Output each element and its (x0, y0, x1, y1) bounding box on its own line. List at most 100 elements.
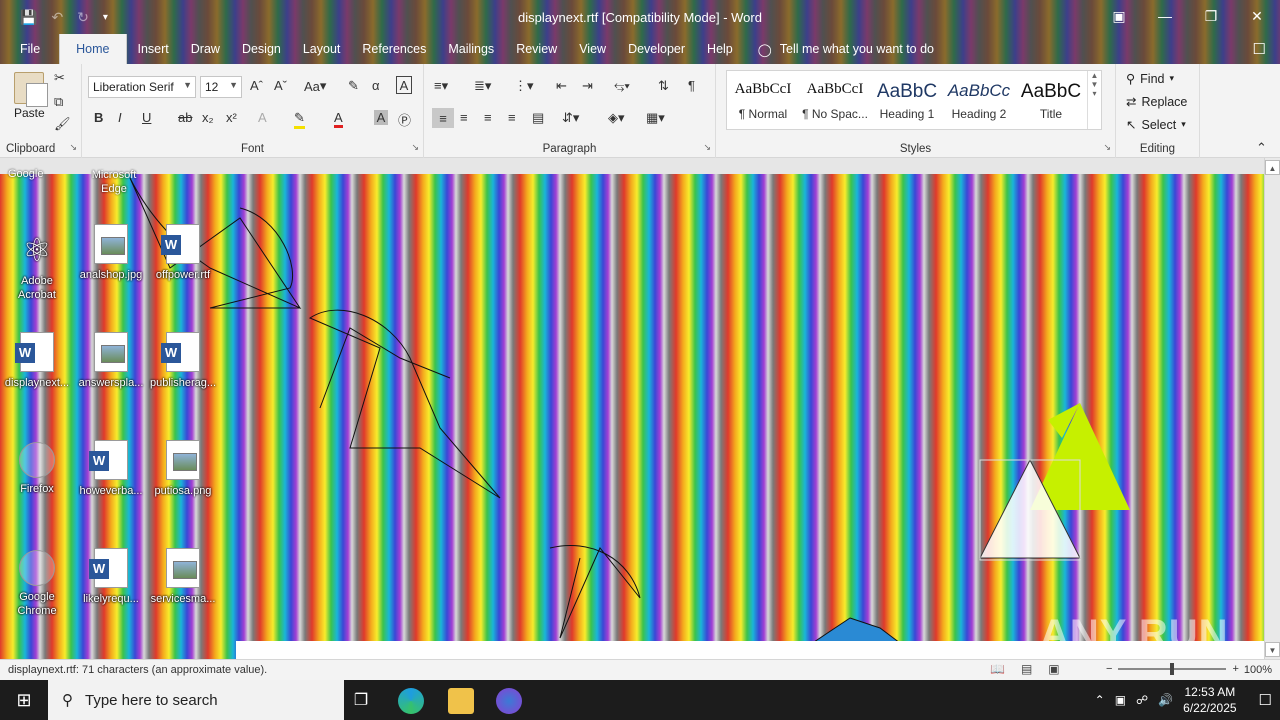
edge-icon[interactable] (398, 688, 424, 714)
zoom-in-icon[interactable]: + (1232, 663, 1238, 675)
comments-icon[interactable]: ☐ (1253, 40, 1266, 58)
style-title[interactable]: AaBbC Title (1015, 71, 1087, 129)
tab-mailings[interactable]: Mailings (437, 34, 505, 64)
highlight-color-icon[interactable]: ✎ (294, 110, 305, 129)
windows-start-icon[interactable]: ⊞ (0, 680, 48, 720)
restore-button[interactable]: ❐ (1188, 0, 1234, 32)
styles-gallery-scroll[interactable]: ▲ ▼ ▾ (1087, 71, 1101, 129)
cut-icon[interactable]: ✂ (54, 70, 65, 86)
style-heading-2[interactable]: AaBbCc Heading 2 (943, 71, 1015, 129)
tab-developer[interactable]: Developer (617, 34, 696, 64)
notifications-icon[interactable]: ☐ (1259, 691, 1272, 709)
phonetic-guide-icon[interactable]: α (372, 78, 380, 93)
tab-review[interactable]: Review (505, 34, 568, 64)
enclose-characters-icon[interactable]: Ⓟ (398, 110, 411, 129)
font-color-icon[interactable]: A (334, 110, 343, 128)
justify-icon[interactable]: ≡ (508, 110, 516, 125)
network-icon[interactable]: ☍ (1136, 693, 1148, 707)
zoom-level[interactable]: 100% (1244, 664, 1272, 676)
paste-button[interactable]: Paste (14, 106, 45, 120)
line-spacing-icon[interactable]: ⇵▾ (562, 110, 579, 126)
desktop-icon-servicesma[interactable]: servicesma... (148, 548, 218, 606)
firefox-taskbar-icon[interactable] (496, 688, 522, 714)
vertical-scrollbar[interactable]: ▲ ▼ (1264, 158, 1280, 659)
desktop-icon-displaynext[interactable]: displaynext... (2, 332, 72, 390)
redo-icon[interactable]: ↻ (77, 9, 89, 26)
task-view-icon[interactable]: ❐ (348, 688, 374, 714)
style-no-spacing[interactable]: AaBbCcI ¶ No Spac... (799, 71, 871, 129)
desktop-icon-putiosa[interactable]: putiosa.png (148, 440, 218, 498)
zoom-thumb[interactable] (1170, 663, 1175, 675)
tab-references[interactable]: References (351, 34, 437, 64)
taskbar-search[interactable]: ⚲ Type here to search (48, 680, 344, 720)
tab-view[interactable]: View (568, 34, 617, 64)
text-effects-icon[interactable]: A (258, 110, 267, 125)
desktop-icon-chrome[interactable]: Google Chrome (2, 550, 72, 618)
desktop-icon-analshop[interactable]: analshop.jpg (76, 224, 146, 282)
replace-button[interactable]: ⇄ Replace (1126, 94, 1187, 110)
decrease-indent-icon[interactable]: ⇤ (556, 78, 567, 94)
desktop-icon-publisherag[interactable]: publisherag... (148, 332, 218, 390)
desktop-icon-acrobat[interactable]: ⚛ Adobe Acrobat (2, 230, 72, 302)
read-mode-icon[interactable]: 📖 (990, 662, 1005, 676)
chevron-up-icon[interactable]: ⌃ (1095, 693, 1105, 707)
zoom-slider[interactable]: − + (1106, 663, 1239, 675)
styles-launcher-icon[interactable]: ↘ (1103, 142, 1111, 153)
collapse-ribbon-icon[interactable]: ⌃ (1256, 140, 1267, 156)
grow-font-icon[interactable]: Aˆ (250, 78, 263, 93)
select-button[interactable]: ↖ Select ▾ (1126, 117, 1186, 133)
shrink-font-icon[interactable]: Aˇ (274, 78, 287, 93)
numbering-icon[interactable]: ≣▾ (474, 78, 491, 94)
asian-layout-icon[interactable]: ⥃▾ (614, 78, 630, 94)
scroll-up-icon[interactable]: ▲ (1265, 160, 1280, 175)
font-launcher-icon[interactable]: ↘ (411, 142, 419, 153)
italic-icon[interactable]: I (118, 110, 122, 125)
font-name-combo[interactable]: Liberation Serif ▼ (88, 76, 196, 98)
font-size-combo[interactable]: 12 ▼ (200, 76, 242, 98)
style-heading-1[interactable]: AaBbC Heading 1 (871, 71, 943, 129)
desktop-icon-likelyrequ[interactable]: likelyrequ... (76, 548, 146, 606)
underline-icon[interactable]: U (142, 110, 151, 125)
borders-icon[interactable]: ▦▾ (646, 110, 665, 126)
tab-help[interactable]: Help (696, 34, 744, 64)
minimize-button[interactable]: — (1142, 0, 1188, 32)
sort-icon[interactable]: ⇅ (658, 78, 669, 94)
tab-layout[interactable]: Layout (292, 34, 352, 64)
security-icon[interactable]: ▣ (1115, 693, 1126, 707)
ribbon-display-options-icon[interactable]: ▣ (1096, 0, 1142, 32)
desktop-icon-offpower[interactable]: offpower.rtf (148, 224, 218, 282)
shading-icon[interactable]: ◈▾ (608, 110, 625, 126)
volume-icon[interactable]: 🔊 (1158, 693, 1173, 707)
desktop-icon-firefox[interactable]: Firefox (2, 442, 72, 496)
bold-icon[interactable]: B (94, 110, 103, 125)
align-right-icon[interactable]: ≡ (484, 110, 492, 125)
desktop-icon-answerspla[interactable]: answerspla... (76, 332, 146, 390)
align-left-icon[interactable]: ≡ (432, 108, 454, 128)
clock[interactable]: 12:53 AM 6/22/2025 (1183, 684, 1236, 716)
show-formatting-icon[interactable]: ¶ (688, 78, 695, 93)
print-layout-icon[interactable]: ▤ (1021, 662, 1032, 676)
paragraph-launcher-icon[interactable]: ↘ (703, 142, 711, 153)
bullets-icon[interactable]: ≡▾ (434, 78, 448, 94)
tab-file[interactable]: File (0, 34, 51, 64)
align-center-icon[interactable]: ≡ (460, 110, 468, 125)
clipboard-launcher-icon[interactable]: ↘ (69, 142, 77, 153)
tab-draw[interactable]: Draw (180, 34, 231, 64)
find-button[interactable]: ⚲ Find ▾ (1126, 71, 1174, 87)
character-border-icon[interactable]: A (396, 76, 412, 94)
format-painter-icon[interactable]: 🖌 (54, 116, 71, 132)
document-area[interactable]: Google Microsoft Edge ⚛ Adobe Acrobat an… (0, 158, 1280, 659)
web-layout-icon[interactable]: ▣ (1048, 662, 1059, 676)
tab-design[interactable]: Design (231, 34, 292, 64)
undo-icon[interactable]: ↶ (51, 9, 63, 26)
clear-formatting-icon[interactable]: ✎ (348, 78, 359, 94)
tell-me-box[interactable]: ◯ Tell me what you want to do (758, 42, 934, 57)
scroll-down-icon[interactable]: ▼ (1265, 642, 1280, 657)
close-button[interactable]: ✕ (1234, 0, 1280, 32)
superscript-icon[interactable]: x² (226, 110, 237, 125)
character-shading-icon[interactable]: A (374, 110, 388, 125)
distributed-icon[interactable]: ▤ (532, 110, 544, 126)
paste-icon[interactable] (14, 72, 48, 107)
desktop-icon-howeverba[interactable]: howeverba... (76, 440, 146, 498)
style-normal[interactable]: AaBbCcI ¶ Normal (727, 71, 799, 129)
